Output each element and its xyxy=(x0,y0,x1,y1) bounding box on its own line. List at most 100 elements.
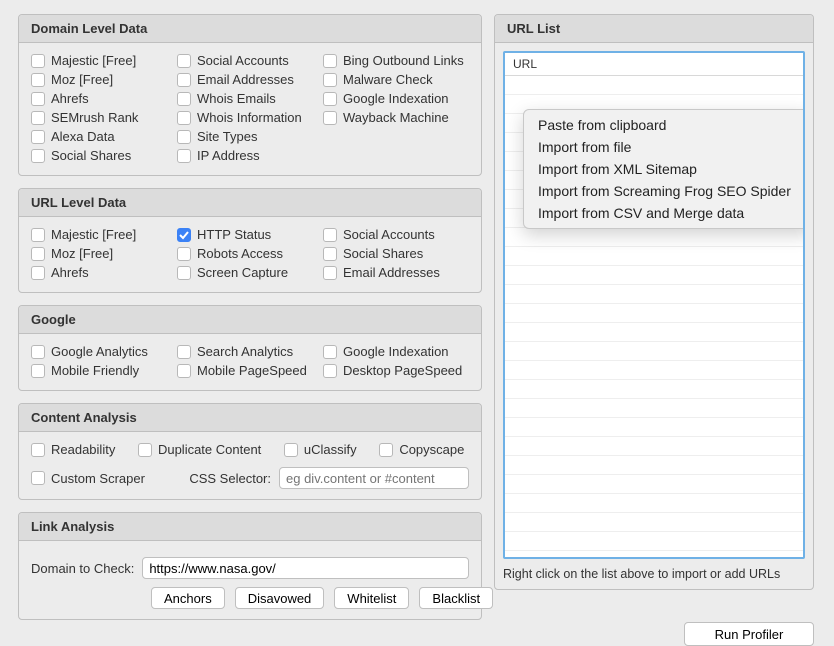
checkbox-ahrefs[interactable]: Ahrefs xyxy=(31,89,177,108)
url-list-row[interactable] xyxy=(505,361,803,380)
url-list-row[interactable] xyxy=(505,228,803,247)
checkbox-box xyxy=(31,92,45,106)
url-list-row[interactable] xyxy=(505,76,803,95)
url-list-row[interactable] xyxy=(505,323,803,342)
checkbox-email-addresses[interactable]: Email Addresses xyxy=(323,263,469,282)
checkbox-box xyxy=(31,73,45,87)
checkbox-readability[interactable]: Readability xyxy=(31,440,120,459)
run-profiler-button[interactable]: Run Profiler xyxy=(684,622,814,646)
checkbox-label: Mobile PageSpeed xyxy=(197,363,307,378)
checkbox-box xyxy=(31,471,45,485)
checkbox-box xyxy=(177,345,191,359)
checkbox-alexa-data[interactable]: Alexa Data xyxy=(31,127,177,146)
google-title: Google xyxy=(19,306,481,334)
checkbox-ahrefs[interactable]: Ahrefs xyxy=(31,263,177,282)
domain-check-input[interactable] xyxy=(142,557,469,579)
checkbox-whois-emails[interactable]: Whois Emails xyxy=(177,89,323,108)
checkbox-malware-check[interactable]: Malware Check xyxy=(323,70,469,89)
checkbox-wayback-machine[interactable]: Wayback Machine xyxy=(323,108,469,127)
google-panel: Google Google Analytics Search AnalyticsG… xyxy=(18,305,482,391)
link-buttons-row: AnchorsDisavowedWhitelistBlacklist xyxy=(31,587,469,609)
run-row: Run Profiler xyxy=(494,622,814,646)
checkbox-label: Google Analytics xyxy=(51,344,148,359)
checkbox-box xyxy=(31,228,45,242)
url-list-row[interactable] xyxy=(505,304,803,323)
left-column: Domain Level Data Majestic [Free]Social … xyxy=(18,14,482,646)
context-menu-item[interactable]: Import from file xyxy=(524,136,805,158)
custom-scraper-checkbox[interactable]: Custom Scraper xyxy=(31,469,145,488)
checkbox-box xyxy=(31,130,45,144)
content-panel: Content Analysis ReadabilityDuplicate Co… xyxy=(18,403,482,500)
checkbox-search-analytics[interactable]: Search Analytics xyxy=(177,342,323,361)
checkbox-screen-capture[interactable]: Screen Capture xyxy=(177,263,323,282)
checkbox-social-shares[interactable]: Social Shares xyxy=(323,244,469,263)
checkbox-social-accounts[interactable]: Social Accounts xyxy=(323,225,469,244)
checkbox-desktop-pagespeed[interactable]: Desktop PageSpeed xyxy=(323,361,469,380)
checkbox-box xyxy=(379,443,393,457)
url-list-row[interactable] xyxy=(505,285,803,304)
css-selector-input[interactable] xyxy=(279,467,469,489)
blacklist-button[interactable]: Blacklist xyxy=(419,587,493,609)
checkbox-http-status[interactable]: HTTP Status xyxy=(177,225,323,244)
url-list-row[interactable] xyxy=(505,532,803,551)
checkbox-label: Wayback Machine xyxy=(343,110,449,125)
url-list-column-header[interactable]: URL xyxy=(505,53,803,76)
checkbox-box xyxy=(31,111,45,125)
checkbox-robots-access[interactable]: Robots Access xyxy=(177,244,323,263)
url-list-row[interactable] xyxy=(505,513,803,532)
checkbox-whois-information[interactable]: Whois Information xyxy=(177,108,323,127)
checkbox-label: Duplicate Content xyxy=(158,442,261,457)
whitelist-button[interactable]: Whitelist xyxy=(334,587,409,609)
checkbox-majestic-free-[interactable]: Majestic [Free] xyxy=(31,51,177,70)
disavowed-button[interactable]: Disavowed xyxy=(235,587,325,609)
url-list-frame[interactable]: URL Paste from clipboardImport from file… xyxy=(503,51,805,559)
checkbox-label: uClassify xyxy=(304,442,357,457)
checkbox-label: Majestic [Free] xyxy=(51,53,136,68)
checkbox-majestic-free-[interactable]: Majestic [Free] xyxy=(31,225,177,244)
checkbox-label: Robots Access xyxy=(197,246,283,261)
url-list-row[interactable] xyxy=(505,494,803,513)
checkbox-label: Social Accounts xyxy=(343,227,435,242)
checkbox-uclassify[interactable]: uClassify xyxy=(284,440,361,459)
checkbox-label: Social Shares xyxy=(343,246,423,261)
checkbox-box xyxy=(323,92,337,106)
url-list-row[interactable] xyxy=(505,247,803,266)
checkbox-google-indexation[interactable]: Google Indexation xyxy=(323,342,469,361)
checkbox-google-indexation[interactable]: Google Indexation xyxy=(323,89,469,108)
url-list-row[interactable] xyxy=(505,475,803,494)
checkbox-label: Moz [Free] xyxy=(51,246,113,261)
checkbox-google-analytics[interactable]: Google Analytics xyxy=(31,342,177,361)
checkbox-social-accounts[interactable]: Social Accounts xyxy=(177,51,323,70)
url-list-row[interactable] xyxy=(505,456,803,475)
context-menu-item[interactable]: Import from CSV and Merge data xyxy=(524,202,805,224)
anchors-button[interactable]: Anchors xyxy=(151,587,225,609)
context-menu-item[interactable]: Import from XML Sitemap xyxy=(524,158,805,180)
checkbox-duplicate-content[interactable]: Duplicate Content xyxy=(138,440,266,459)
checkbox-label: Mobile Friendly xyxy=(51,363,139,378)
context-menu-item[interactable]: Paste from clipboard xyxy=(524,114,805,136)
checkbox-label: Majestic [Free] xyxy=(51,227,136,242)
checkbox-mobile-pagespeed[interactable]: Mobile PageSpeed xyxy=(177,361,323,380)
url-list-row[interactable] xyxy=(505,399,803,418)
checkbox-label: Google Indexation xyxy=(343,91,449,106)
url-list-row[interactable] xyxy=(505,418,803,437)
url-list-row[interactable] xyxy=(505,342,803,361)
checkbox-site-types[interactable]: Site Types xyxy=(177,127,323,146)
checkbox-mobile-friendly[interactable]: Mobile Friendly xyxy=(31,361,177,380)
checkbox-semrush-rank[interactable]: SEMrush Rank xyxy=(31,108,177,127)
url-level-title: URL Level Data xyxy=(19,189,481,217)
url-list-row[interactable] xyxy=(505,437,803,456)
checkbox-email-addresses[interactable]: Email Addresses xyxy=(177,70,323,89)
checkbox-box xyxy=(31,364,45,378)
url-list-row[interactable] xyxy=(505,266,803,285)
context-menu-item[interactable]: Import from Screaming Frog SEO Spider xyxy=(524,180,805,202)
url-list-row[interactable] xyxy=(505,380,803,399)
checkbox-copyscape[interactable]: Copyscape xyxy=(379,440,469,459)
checkbox-moz-free-[interactable]: Moz [Free] xyxy=(31,244,177,263)
checkbox-social-shares[interactable]: Social Shares xyxy=(31,146,177,165)
checkbox-moz-free-[interactable]: Moz [Free] xyxy=(31,70,177,89)
checkbox-bing-outbound-links[interactable]: Bing Outbound Links xyxy=(323,51,469,70)
checkbox-box xyxy=(31,266,45,280)
checkbox-label: Whois Emails xyxy=(197,91,276,106)
checkbox-ip-address[interactable]: IP Address xyxy=(177,146,323,165)
